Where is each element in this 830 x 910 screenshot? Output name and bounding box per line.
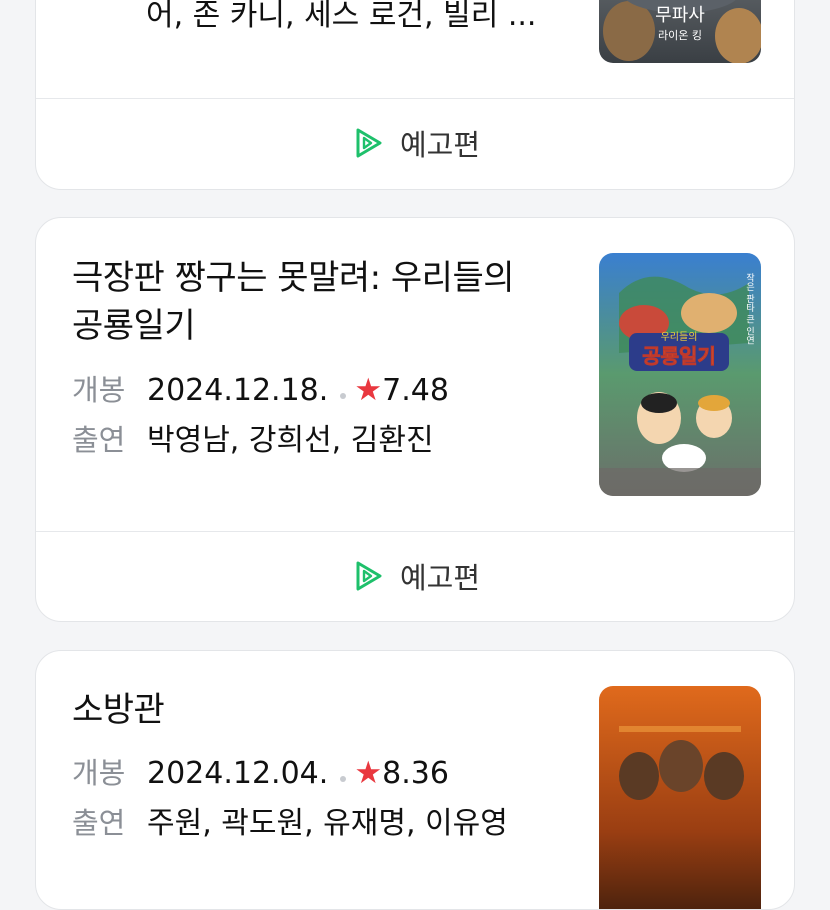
- rating-value: 7.48: [382, 373, 449, 408]
- rating-value: 8.36: [382, 756, 449, 791]
- trailer-button[interactable]: 예고편: [36, 99, 794, 187]
- trailer-label: 예고편: [399, 128, 481, 162]
- separator-dot: [340, 775, 347, 782]
- movie-title[interactable]: 극장판 짱구는 못말려: 우리들의 공룡일기: [72, 254, 552, 350]
- movie-poster[interactable]: 우리들의 공룡일기 작은 판타 큰 인연: [599, 253, 761, 496]
- star-icon: ★: [354, 372, 383, 408]
- trailer-label: 예고편: [399, 561, 481, 595]
- release-label: 개봉: [72, 756, 126, 790]
- play-triangle-icon: [356, 561, 382, 591]
- release-date: 2024.12.04.: [147, 756, 329, 791]
- release-row: 개봉 2024.12.18. ★7.48: [72, 370, 449, 410]
- poster-subtitle: 라이온 킹: [658, 29, 702, 42]
- cast-row: 어, 존 카니, 세스 로건, 빌리 ...: [72, 0, 536, 36]
- poster-top-text: 우리들의: [661, 331, 698, 343]
- trailer-button[interactable]: 예고편: [36, 532, 794, 620]
- movie-card-shinchan[interactable]: 극장판 짱구는 못말려: 우리들의 공룡일기 개봉 2024.12.18. ★7.4…: [35, 217, 795, 622]
- cast-label: 출연: [72, 806, 126, 840]
- release-label: 개봉: [72, 373, 126, 407]
- poster-side-text: 작은 판타 큰 인연: [744, 273, 754, 345]
- movie-poster[interactable]: 무파사 라이온 킹: [599, 0, 761, 63]
- cast-label: 출연: [72, 423, 126, 457]
- cast-value: 박영남, 강희선, 김환진: [147, 423, 434, 458]
- release-row: 개봉 2024.12.04. ★8.36: [72, 753, 449, 793]
- movie-card-firefighters[interactable]: 소방관 개봉 2024.12.04. ★8.36 출연 주원, 곽도원, 유재명, 이…: [35, 650, 795, 910]
- cast-row: 출연 주원, 곽도원, 유재명, 이유영: [72, 803, 508, 843]
- cast-value: 어, 존 카니, 세스 로건, 빌리 ...: [146, 0, 537, 33]
- poster-title: 무파사: [655, 5, 705, 26]
- separator-dot: [340, 392, 347, 399]
- poster-title: 공룡일기: [642, 344, 716, 368]
- play-triangle-icon: [356, 128, 382, 158]
- cast-row: 출연 박영남, 강희선, 김환진: [72, 420, 434, 460]
- star-icon: ★: [354, 755, 383, 791]
- movie-poster[interactable]: [599, 686, 761, 909]
- release-date: 2024.12.18.: [147, 373, 329, 408]
- movie-title[interactable]: 소방관: [72, 686, 552, 734]
- cast-value: 주원, 곽도원, 유재명, 이유영: [147, 806, 508, 841]
- movie-card-mufasa[interactable]: 어, 존 카니, 세스 로건, 빌리 ... 무파사 라이온 킹 예고편: [35, 0, 795, 190]
